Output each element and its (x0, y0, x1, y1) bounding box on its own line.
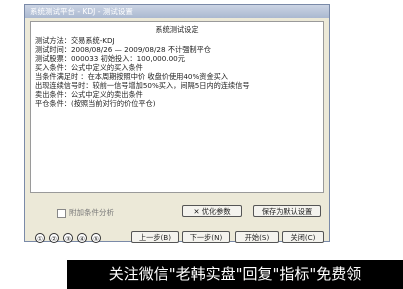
checkbox-box[interactable] (57, 208, 66, 218)
additional-condition-checkbox[interactable]: 附加条件分析 (57, 207, 114, 218)
step-5-indicator: ⑤ (91, 233, 101, 243)
step-1-indicator: ① (35, 233, 45, 243)
summary-line-buy-consecutive: 出现连续信号时：较前一信号增加50%买入，间隔5日内的连续信号 (35, 81, 250, 90)
test-settings-window: 系统测试平台 - KDJ - 测试设置 系统测试设定 测试方法：交易系统-KDJ… (24, 4, 330, 243)
optimize-params-button[interactable]: ✕ 优化参数 (182, 205, 242, 217)
summary-heading: 系统测试设定 (155, 25, 199, 34)
summary-line-close-condition: 平仓条件：(按照当前对行的价位平仓) (35, 99, 156, 108)
start-button[interactable]: 开始(S) (235, 231, 279, 243)
checkbox-label: 附加条件分析 (69, 208, 114, 217)
step-2-indicator: ② (49, 233, 59, 243)
summary-line-sell-condition: 卖出条件：公式中定义的卖出条件 (35, 90, 143, 99)
next-step-button[interactable]: 下一步(N) (182, 231, 230, 243)
summary-line-time: 测试时间：2008/08/26 — 2009/08/28 不计强制平仓 (35, 45, 211, 54)
summary-line-stock: 测试股票：000033 初始投入：100,000.00元 (35, 54, 185, 63)
step-4-indicator: ④ (77, 233, 87, 243)
close-button[interactable]: 关闭(C) (282, 231, 324, 243)
step-3-indicator: ③ (63, 233, 73, 243)
window-titlebar: 系统测试平台 - KDJ - 测试设置 (25, 5, 329, 18)
save-default-button[interactable]: 保存为默认设置 (253, 205, 321, 217)
promo-banner: 关注微信"老韩实盘"回复"指标"免费领 (67, 260, 403, 289)
summary-line-buy-condition: 买入条件：公式中定义的买入条件 (35, 63, 143, 72)
prev-step-button[interactable]: 上一步(B) (131, 231, 179, 243)
summary-line-method: 测试方法：交易系统-KDJ (35, 36, 115, 45)
settings-summary-panel: 系统测试设定 测试方法：交易系统-KDJ 测试时间：2008/08/26 — 2… (30, 21, 324, 193)
summary-line-buy-when-met: 当条件满足时 ：在本周期按照中价 收盘价使用40%资金买入 (35, 72, 229, 81)
